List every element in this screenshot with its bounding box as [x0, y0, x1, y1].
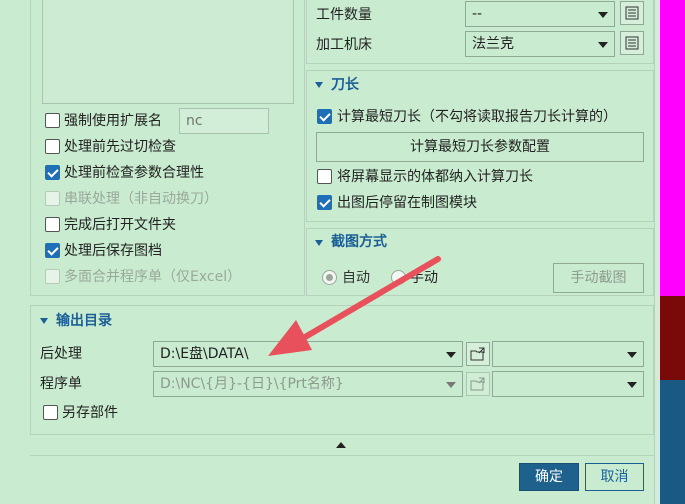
workpiece-count-label: 工件数量 [316, 7, 372, 23]
ok-button[interactable]: 确定 [519, 463, 579, 491]
side-strip-blue [660, 380, 685, 504]
chevron-down-icon [446, 382, 456, 388]
machine-list-button[interactable] [620, 31, 644, 55]
tool-length-config-button[interactable]: 计算最短刀长参数配置 [316, 132, 644, 162]
workpiece-count-select[interactable]: -- [465, 1, 615, 27]
save-part-label: 另存部件 [62, 405, 118, 421]
precheck-params-label: 处理前检查参数合理性 [64, 165, 204, 181]
save-part-checkbox[interactable] [43, 405, 58, 420]
force-ext-input[interactable]: nc [179, 108, 269, 134]
auto-label: 自动 [342, 270, 370, 286]
screenshot-mode-title: 截图方式 [331, 234, 387, 250]
extension-list[interactable] [42, 0, 294, 104]
calc-shortest-checkbox[interactable] [317, 109, 332, 124]
open-folder-checkbox[interactable] [45, 217, 60, 232]
side-strip-darkred [660, 296, 685, 380]
manual-screenshot-button: 手动截图 [553, 263, 644, 293]
stay-drafting-label: 出图后停留在制图模块 [337, 195, 477, 211]
precheck-overcut-checkbox[interactable] [45, 139, 60, 154]
postprocess-path-select[interactable]: D:\E盘\DATA\ [153, 341, 463, 367]
auto-radio [322, 270, 337, 285]
open-folder-icon [470, 347, 485, 361]
machine-value: 法兰克 [472, 36, 514, 52]
collapse-icon[interactable] [40, 318, 48, 324]
manual-radio[interactable] [391, 270, 406, 285]
program-browse-button [466, 372, 490, 396]
program-path-select: D:\NC\{月}-{日}\{Prt名称} [153, 371, 463, 397]
serial-process-checkbox [45, 191, 60, 206]
chevron-down-icon [446, 352, 456, 358]
open-folder-icon [470, 377, 485, 391]
tool-length-title: 刀长 [331, 77, 359, 93]
stay-drafting-checkbox[interactable] [317, 195, 332, 210]
merge-program-label: 多面合并程序单（仅Excel） [64, 269, 242, 285]
manual-label: 手动 [410, 270, 438, 286]
chevron-down-icon [627, 352, 637, 358]
merge-program-checkbox [45, 269, 60, 284]
output-panel [30, 305, 654, 435]
cancel-button[interactable]: 取消 [585, 463, 644, 491]
collapse-icon[interactable] [315, 82, 323, 88]
include-body-label: 将屏幕显示的体都纳入计算刀长 [337, 169, 533, 185]
side-strip-magenta [660, 0, 685, 296]
save-drawing-label: 处理后保存图档 [64, 243, 162, 259]
output-title: 输出目录 [56, 313, 112, 329]
calc-shortest-label: 计算最短刀长（不勾将读取报告刀长计算的） [337, 109, 617, 125]
postprocess-extra-select[interactable] [492, 341, 644, 367]
precheck-params-checkbox[interactable] [45, 165, 60, 180]
collapse-icon[interactable] [315, 240, 323, 246]
postprocess-label: 后处理 [40, 346, 82, 362]
chevron-down-icon [627, 382, 637, 388]
workpiece-list-button[interactable] [620, 1, 644, 25]
chevron-down-icon [598, 12, 608, 18]
machine-select[interactable]: 法兰克 [465, 31, 615, 57]
footer-divider [30, 455, 654, 456]
save-drawing-checkbox[interactable] [45, 243, 60, 258]
postprocess-browse-button[interactable] [466, 342, 490, 366]
dialog-right-border [654, 0, 660, 504]
include-body-checkbox[interactable] [317, 169, 332, 184]
workpiece-count-value: -- [472, 6, 483, 22]
force-ext-label: 强制使用扩展名 [64, 113, 162, 129]
program-label: 程序单 [40, 376, 82, 392]
list-icon [625, 6, 639, 20]
program-path-value: D:\NC\{月}-{日}\{Prt名称} [160, 376, 344, 392]
postprocess-path-value: D:\E盘\DATA\ [160, 346, 249, 362]
list-icon [625, 36, 639, 50]
open-folder-label: 完成后打开文件夹 [64, 217, 176, 233]
serial-process-label: 串联处理（非自动换刀） [64, 191, 218, 207]
chevron-down-icon [598, 42, 608, 48]
precheck-overcut-label: 处理前先过切检查 [64, 139, 176, 155]
force-ext-checkbox[interactable] [45, 113, 60, 128]
machine-label: 加工机床 [316, 37, 372, 53]
chevron-up-icon[interactable] [334, 440, 348, 450]
program-extra-select[interactable] [492, 371, 644, 397]
